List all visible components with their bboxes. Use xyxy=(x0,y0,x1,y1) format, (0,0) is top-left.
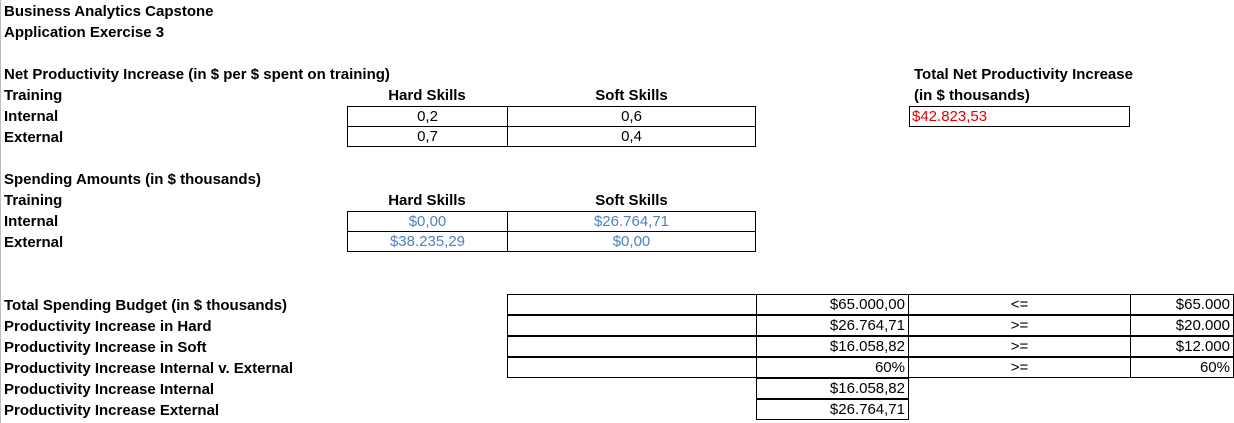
constraint-label: Productivity Increase in Soft xyxy=(4,339,207,356)
total-net-heading: Total Net Productivity Increase xyxy=(914,66,1133,83)
total-net-value-cell[interactable]: $42.823,53 xyxy=(909,106,1130,127)
empty-cell[interactable] xyxy=(507,294,757,315)
spending-heading: Spending Amounts (in $ thousands) xyxy=(4,171,261,188)
net-productivity-soft-header: Soft Skills xyxy=(595,87,668,104)
net-productivity-internal-hard-cell[interactable]: 0,2 xyxy=(347,106,508,127)
constraint-value-cell[interactable]: 60% xyxy=(756,357,909,378)
constraint-operator-cell[interactable]: <= xyxy=(908,294,1131,315)
spending-row-label: Internal xyxy=(4,213,59,230)
spending-hard-header: Hard Skills xyxy=(388,192,466,209)
sheet-subtitle: Application Exercise 3 xyxy=(4,24,165,41)
constraint-label: Productivity Increase Internal xyxy=(4,381,215,398)
net-productivity-internal-soft-cell[interactable]: 0,6 xyxy=(507,106,756,127)
net-productivity-external-soft-cell[interactable]: 0,4 xyxy=(507,126,756,147)
empty-cell[interactable] xyxy=(507,315,757,336)
net-productivity-external-hard-cell[interactable]: 0,7 xyxy=(347,126,508,147)
constraint-value-cell[interactable]: $16.058,82 xyxy=(756,378,909,399)
spending-soft-header: Soft Skills xyxy=(595,192,668,209)
constraint-label: Productivity Increase External xyxy=(4,402,220,419)
net-productivity-row-label: Internal xyxy=(4,108,59,125)
net-productivity-training-header: Training xyxy=(4,87,63,104)
constraint-limit-cell[interactable]: 60% xyxy=(1130,357,1234,378)
spending-training-header: Training xyxy=(4,192,63,209)
net-productivity-hard-header: Hard Skills xyxy=(388,87,466,104)
spending-external-soft-cell[interactable]: $0,00 xyxy=(507,231,756,252)
constraint-limit-cell[interactable]: $20.000 xyxy=(1130,315,1234,336)
sheet-left-border xyxy=(0,0,1,423)
constraint-operator-cell[interactable]: >= xyxy=(908,315,1131,336)
empty-cell[interactable] xyxy=(507,357,757,378)
spending-row-label: External xyxy=(4,234,64,251)
constraint-operator-cell[interactable]: >= xyxy=(908,357,1131,378)
constraint-label: Total Spending Budget (in $ thousands) xyxy=(4,297,288,314)
net-productivity-row-label: External xyxy=(4,129,64,146)
constraint-label: Productivity Increase in Hard xyxy=(4,318,212,335)
total-net-subheading: (in $ thousands) xyxy=(914,87,1030,104)
constraint-value-cell[interactable]: $26.764,71 xyxy=(756,315,909,336)
constraint-limit-cell[interactable]: $12.000 xyxy=(1130,336,1234,357)
constraint-value-cell[interactable]: $26.764,71 xyxy=(756,399,909,420)
constraint-limit-cell[interactable]: $65.000 xyxy=(1130,294,1234,315)
empty-cell[interactable] xyxy=(507,336,757,357)
constraint-label: Productivity Increase Internal v. Extern… xyxy=(4,360,293,377)
constraint-value-cell[interactable]: $16.058,82 xyxy=(756,336,909,357)
sheet-title: Business Analytics Capstone xyxy=(4,3,214,20)
spending-internal-hard-cell[interactable]: $0,00 xyxy=(347,211,508,232)
spending-external-hard-cell[interactable]: $38.235,29 xyxy=(347,231,508,252)
constraint-value-cell[interactable]: $65.000,00 xyxy=(756,294,909,315)
constraint-operator-cell[interactable]: >= xyxy=(908,336,1131,357)
net-productivity-heading: Net Productivity Increase (in $ per $ sp… xyxy=(4,66,390,83)
spending-internal-soft-cell[interactable]: $26.764,71 xyxy=(507,211,756,232)
